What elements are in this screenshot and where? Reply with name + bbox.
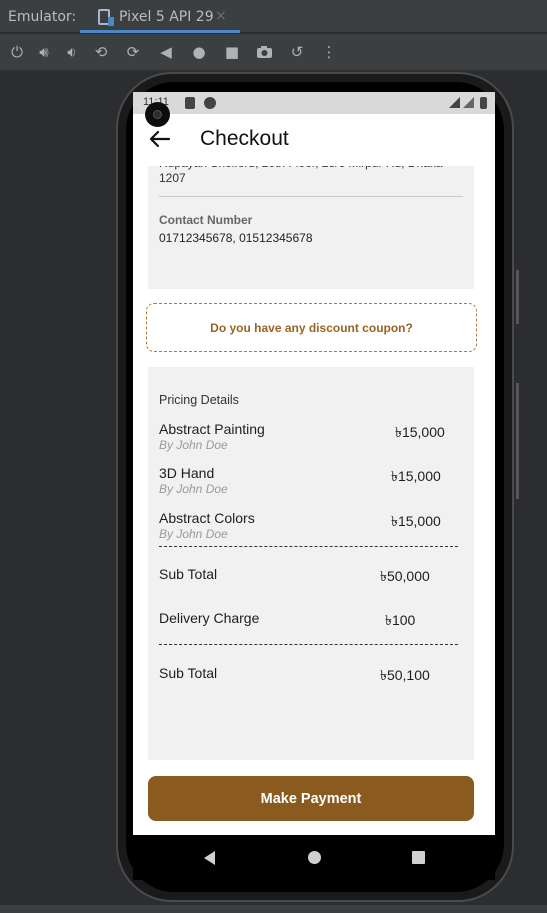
snapshot-icon[interactable]: ↺ <box>286 41 308 63</box>
emulator-toolbar: ⏻ 🔊︎ 🔉︎ ⟲ ⟳ ◀ ● ■ ↺ ⋮ <box>0 34 547 70</box>
list-item: 3D Hand By John Doe ৳15,000 <box>159 465 449 496</box>
close-icon[interactable]: × <box>215 8 227 24</box>
sd-card-icon <box>185 97 195 109</box>
power-icon[interactable]: ⏻ <box>6 41 28 63</box>
rotate-right-icon[interactable]: ⟳ <box>122 41 144 63</box>
item-price: ৳15,000 <box>395 424 445 440</box>
divider <box>159 196 463 197</box>
list-item: Abstract Painting By John Doe ৳15,000 <box>159 421 449 452</box>
volume-up-icon[interactable]: 🔊︎ <box>33 41 55 63</box>
subtotal-label: Sub Total <box>159 566 218 582</box>
wifi-icon <box>449 97 460 108</box>
item-price: ৳15,000 <box>391 513 441 529</box>
back-arrow-icon[interactable] <box>147 126 173 152</box>
discount-coupon-button[interactable]: Do you have any discount coupon? <box>146 303 477 352</box>
total-value: ৳50,100 <box>380 667 430 683</box>
item-price: ৳15,000 <box>391 468 441 484</box>
status-strip <box>0 905 547 913</box>
contact-number-label: Contact Number <box>159 213 253 227</box>
rotate-left-icon[interactable]: ⟲ <box>90 41 112 63</box>
side-marker <box>516 383 519 499</box>
emulator-tab-bar: Emulator: Pixel 5 API 29 × <box>0 0 547 33</box>
overview-icon[interactable]: ■ <box>221 41 243 63</box>
nav-home-icon[interactable] <box>308 851 321 864</box>
home-icon[interactable]: ● <box>188 41 210 63</box>
back-icon[interactable]: ◀ <box>155 41 177 63</box>
delivery-charge-label: Delivery Charge <box>159 610 260 626</box>
nav-recents-icon[interactable] <box>412 851 425 864</box>
make-payment-button[interactable]: Make Payment <box>148 776 474 821</box>
contact-number-value: 01712345678, 01512345678 <box>159 231 313 245</box>
device-tab[interactable]: Pixel 5 API 29 × <box>80 0 240 33</box>
status-bar: 11:11 <box>133 92 495 114</box>
side-marker <box>516 270 519 324</box>
system-nav-bar <box>133 835 495 880</box>
delivery-info-card: Rupayan Shelford, 20th Floor, 23/6 Mirpu… <box>148 166 474 289</box>
screenshot-icon[interactable] <box>253 41 275 63</box>
dashed-divider <box>159 546 458 547</box>
phone-screen: 11:11 Checkout Rupayan Shelford, 20th Fl… <box>133 92 495 835</box>
more-icon[interactable]: ⋮ <box>318 41 340 63</box>
device-icon <box>98 9 114 26</box>
pricing-title: Pricing Details <box>159 393 239 407</box>
checkout-content[interactable]: Rupayan Shelford, 20th Floor, 23/6 Mirpu… <box>133 166 495 835</box>
toolbar-divider <box>0 70 547 71</box>
list-item: Abstract Colors By John Doe ৳15,000 <box>159 510 449 541</box>
signal-icon <box>463 97 474 108</box>
device-tab-label: Pixel 5 API 29 <box>119 9 214 25</box>
emulator-label: Emulator: <box>8 9 77 25</box>
volume-down-icon[interactable]: 🔉︎ <box>61 41 83 63</box>
subtotal-value: ৳50,000 <box>380 568 430 584</box>
pricing-details-card: Pricing Details Abstract Painting By Joh… <box>148 367 474 760</box>
sync-icon <box>204 97 216 109</box>
page-title: Checkout <box>200 127 289 150</box>
app-bar: Checkout <box>133 114 495 166</box>
delivery-charge-value: ৳100 <box>385 612 416 628</box>
nav-back-icon[interactable] <box>204 851 215 865</box>
dashed-divider <box>159 644 458 645</box>
front-camera <box>145 102 170 127</box>
address-text: Rupayan Shelford, 20th Floor, 23/6 Mirpu… <box>159 166 443 185</box>
battery-icon <box>480 97 487 109</box>
total-label: Sub Total <box>159 665 218 681</box>
